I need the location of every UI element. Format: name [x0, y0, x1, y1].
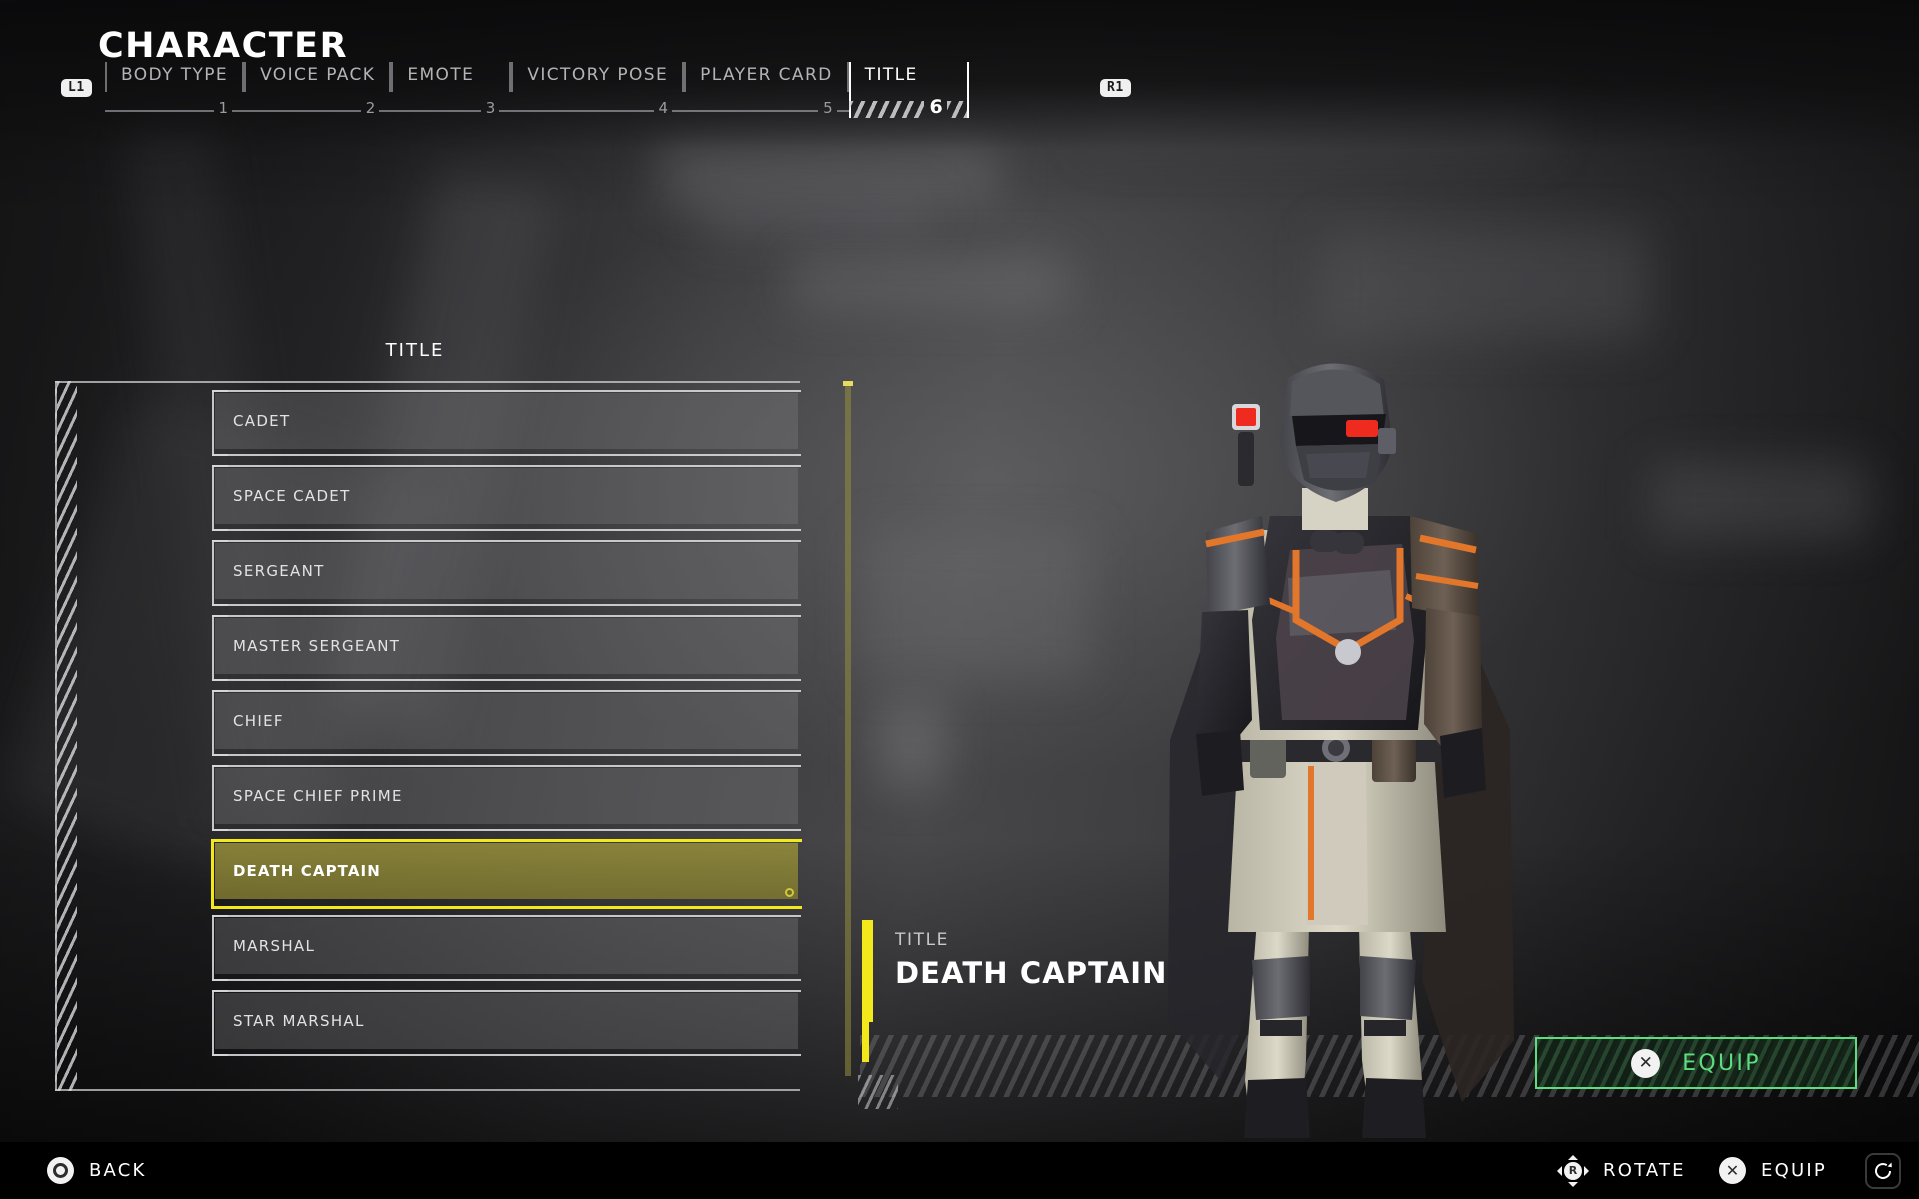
info-label: TITLE [895, 930, 949, 950]
tab-number: 1 [218, 99, 229, 117]
left-bumper-badge[interactable]: L1 [61, 79, 92, 97]
cross-button-icon: ✕ [1631, 1048, 1661, 1078]
footer-bar: BACK R ROTATE ✕ EQUIP [0, 1142, 1919, 1199]
list-item[interactable]: MASTER SERGEANT [212, 615, 801, 681]
list-item[interactable]: SERGEANT [212, 540, 801, 606]
header-bar: CHARACTER L1 R1 BODY TYPE 1 VOICE PACK 2 EMO… [0, 0, 1919, 150]
character-model-preview[interactable] [1110, 320, 1570, 1150]
list-item-label: STAR MARSHAL [233, 1012, 365, 1030]
scrollbar-cap [843, 381, 853, 386]
list-item[interactable]: MARSHAL [212, 915, 801, 981]
footer-back-action[interactable]: BACK [47, 1157, 147, 1184]
list-item-label: CHIEF [233, 712, 284, 730]
tab-underline: 2 [244, 101, 392, 116]
tab-number: 5 [823, 99, 833, 117]
tab-label: PLAYER CARD [700, 65, 833, 85]
tab-underline: 4 [511, 101, 685, 116]
list-item[interactable]: CADET [212, 390, 801, 456]
tab-underline: 3 [391, 101, 512, 116]
background-blur-shape [1650, 460, 1870, 540]
tab-player-card[interactable]: PLAYER CARD 5 [684, 62, 849, 116]
footer-equip-label: EQUIP [1761, 1160, 1827, 1181]
cross-button-icon: ✕ [1719, 1157, 1746, 1184]
footer-rotate-action[interactable]: R ROTATE [1557, 1154, 1686, 1187]
selected-indicator-dot [785, 888, 794, 897]
background-blur-shape [875, 700, 945, 790]
tab-victory-pose[interactable]: VICTORY POSE 4 [511, 62, 685, 116]
tab-label: TITLE [864, 65, 918, 85]
background-blur-shape [790, 255, 1070, 310]
tab-underline: 1 [105, 101, 245, 116]
tab-underline: 6 [848, 96, 969, 118]
tab-emote[interactable]: EMOTE 3 [391, 62, 512, 116]
tab-voice-pack[interactable]: VOICE PACK 2 [244, 62, 392, 116]
list-hatch-rail [55, 381, 77, 1091]
list-item-label: SERGEANT [233, 562, 325, 580]
scrollbar-track[interactable] [845, 383, 851, 1076]
info-accent-bar [866, 920, 873, 1022]
circle-button-icon [47, 1157, 74, 1184]
list-item[interactable]: DEATH CAPTAIN [211, 839, 802, 909]
tab-number: 6 [929, 96, 943, 118]
list-item[interactable]: STAR MARSHAL [212, 990, 801, 1056]
list-item-label: MASTER SERGEANT [233, 637, 401, 655]
right-stick-letter: R [1564, 1161, 1582, 1180]
tab-number: 2 [365, 99, 376, 117]
tab-number: 3 [485, 99, 496, 117]
equip-button-label: EQUIP [1682, 1050, 1761, 1076]
list-item[interactable]: CHIEF [212, 690, 801, 756]
title-list-panel: CADET SPACE CADET SERGEANT MASTER SERGEANT C… [55, 381, 802, 1091]
tab-label: VICTORY POSE [527, 65, 669, 85]
page-title: CHARACTER [98, 26, 349, 66]
list-item-label: SPACE CHIEF PRIME [233, 787, 403, 805]
scrollbar-hatch-foot [858, 1075, 898, 1109]
tab-title[interactable]: TITLE 6 [848, 62, 969, 118]
list-item-label: CADET [233, 412, 291, 430]
footer-rotate-label: ROTATE [1603, 1160, 1686, 1181]
refresh-icon[interactable] [1865, 1152, 1901, 1189]
list-item[interactable]: SPACE CADET [212, 465, 801, 531]
tab-label: VOICE PACK [260, 65, 376, 85]
right-stick-icon: R [1557, 1154, 1589, 1187]
tab-body-type[interactable]: BODY TYPE 1 [105, 62, 245, 116]
background-blur-shape [700, 196, 930, 236]
tab-number: 4 [658, 99, 669, 117]
list-heading: TITLE [385, 340, 445, 361]
title-list: CADET SPACE CADET SERGEANT MASTER SERGEANT C… [211, 390, 802, 1068]
list-item-label: DEATH CAPTAIN [233, 862, 381, 880]
list-item-label: SPACE CADET [233, 487, 351, 505]
background-blur-shape [860, 530, 1090, 680]
category-tabs: BODY TYPE 1 VOICE PACK 2 EMOTE 3 VICTORY POSE 4… [105, 62, 969, 118]
tab-label: BODY TYPE [121, 65, 229, 85]
footer-back-label: BACK [89, 1160, 147, 1181]
footer-equip-action[interactable]: ✕ EQUIP [1719, 1157, 1827, 1184]
tab-underline: 5 [684, 101, 849, 116]
right-bumper-badge[interactable]: R1 [1100, 79, 1131, 97]
equip-button[interactable]: ✕ EQUIP [1535, 1037, 1857, 1089]
list-item[interactable]: SPACE CHIEF PRIME [212, 765, 801, 831]
tab-label: EMOTE [407, 65, 475, 85]
info-value: DEATH CAPTAIN [895, 956, 1168, 990]
list-item-label: MARSHAL [233, 937, 316, 955]
